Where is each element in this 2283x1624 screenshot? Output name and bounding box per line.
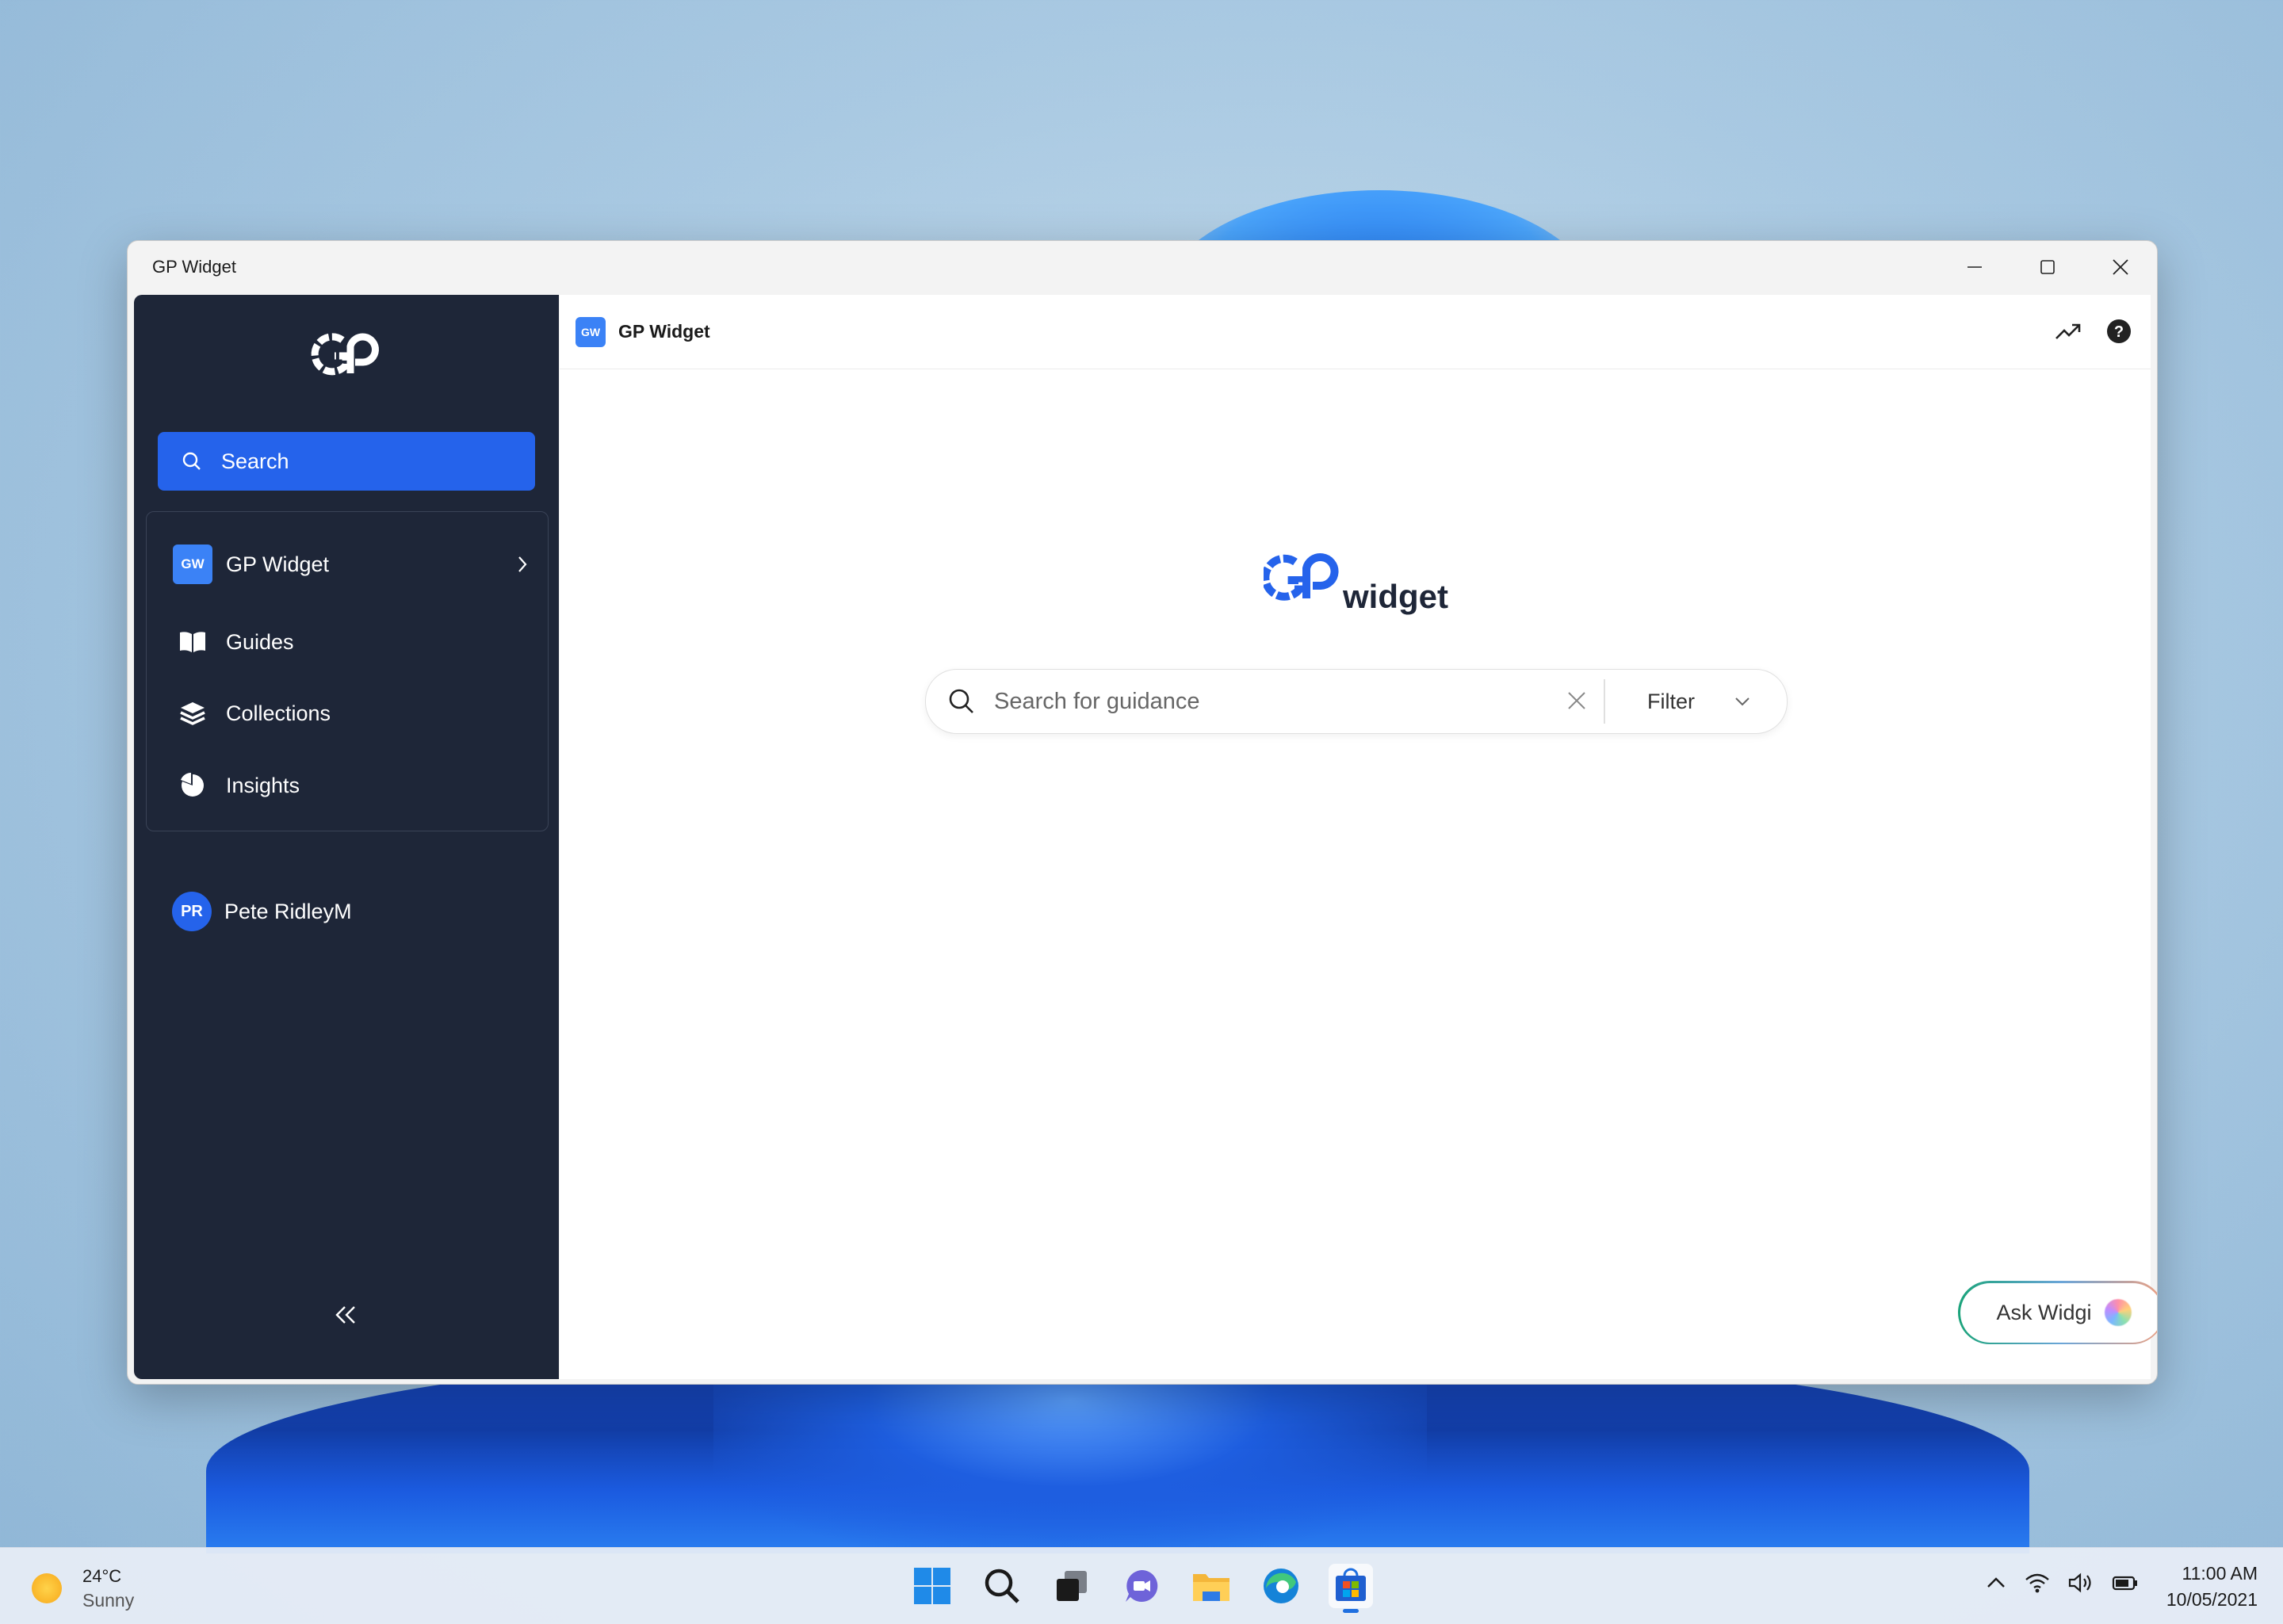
divider	[1604, 679, 1605, 724]
sidebar: Search GW GP Widget Guides Collections I…	[134, 295, 559, 1379]
window-title: GP Widget	[152, 257, 236, 277]
show-hidden-icons-button[interactable]	[1985, 1572, 2007, 1598]
taskbar-apps	[910, 1564, 1373, 1613]
chat-icon	[1126, 1569, 1158, 1602]
ask-widgi-button[interactable]: Ask Widgi	[1958, 1281, 2157, 1344]
trending-button[interactable]	[2054, 317, 2082, 350]
sidebar-item-label: GP Widget	[226, 552, 330, 576]
nav-panel: GW GP Widget Guides Collections Insights	[146, 511, 549, 831]
ai-orb-icon	[2104, 1299, 2132, 1326]
book-icon	[172, 621, 213, 663]
folder-icon	[1193, 1574, 1229, 1601]
edge-icon	[1264, 1569, 1298, 1603]
clear-search-button[interactable]	[1565, 689, 1589, 713]
page-title: GP Widget	[618, 321, 710, 342]
svg-text:?: ?	[2114, 323, 2124, 341]
sidebar-item-label: Guides	[226, 629, 294, 654]
search-button[interactable]: Search	[158, 432, 535, 491]
gp-widget-logo: widget	[1261, 545, 1454, 621]
battery-icon	[2112, 1576, 2137, 1591]
minimize-icon	[1968, 266, 1982, 268]
weather-temp: 24°C	[82, 1566, 122, 1586]
gp-widget-logo-icon: widget	[1261, 553, 1448, 615]
logo-wordmark: widget	[1342, 578, 1448, 615]
minimize-button[interactable]	[1938, 241, 2011, 293]
search-icon	[985, 1569, 1019, 1603]
sidebar-item-insights[interactable]: Insights	[172, 765, 300, 806]
double-chevron-left-icon	[335, 1306, 355, 1324]
maximize-icon	[2040, 260, 2055, 274]
file-explorer-button[interactable]	[1189, 1564, 1233, 1608]
help-icon: ?	[2107, 319, 2131, 343]
gp-logo	[311, 329, 387, 384]
volume-button[interactable]	[2067, 1572, 2094, 1598]
avatar: PR	[172, 892, 212, 931]
edge-browser-button[interactable]	[1259, 1564, 1303, 1608]
weather-widget[interactable]: 24°C Sunny	[32, 1565, 134, 1612]
taskbar: 24°C Sunny 11:00 AM 10/05/2021	[0, 1547, 2283, 1624]
sun-icon	[32, 1573, 62, 1603]
network-button[interactable]	[2025, 1572, 2050, 1598]
app-window: GP Widget Search GW GP Widget Guides Col…	[127, 240, 2158, 1385]
clock-time: 11:00 AM	[2182, 1563, 2258, 1584]
store-icon	[1336, 1568, 1366, 1601]
gp-logo-icon	[311, 333, 379, 376]
pie-chart-icon	[172, 765, 213, 806]
collapse-sidebar-button[interactable]	[331, 1303, 361, 1331]
content-header: GW GP Widget ?	[560, 295, 2151, 369]
maximize-button[interactable]	[2011, 241, 2084, 293]
search-icon	[948, 688, 975, 715]
workspace-badge: GW	[576, 316, 606, 347]
taskbar-clock[interactable]: 11:00 AM 10/05/2021	[2166, 1561, 2258, 1613]
chevron-right-icon	[518, 556, 527, 572]
user-profile[interactable]: PR Pete RidleyM	[172, 892, 352, 931]
sidebar-item-label: Collections	[226, 701, 331, 725]
task-view-icon	[1057, 1571, 1087, 1601]
sidebar-item-collections[interactable]: Collections	[172, 693, 331, 734]
layers-icon	[172, 693, 213, 734]
close-icon	[1568, 692, 1585, 709]
windows-icon	[914, 1568, 950, 1604]
guidance-search-bar: Filter	[925, 669, 1788, 734]
trending-up-icon	[2055, 323, 2081, 339]
chevron-up-icon	[1987, 1577, 2005, 1588]
ask-widgi-label: Ask Widgi	[1996, 1300, 2092, 1324]
battery-button[interactable]	[2112, 1572, 2139, 1598]
weather-condition: Sunny	[82, 1590, 135, 1611]
help-button[interactable]: ?	[2106, 319, 2132, 348]
wallpaper-bloom-highlight	[713, 1363, 1427, 1553]
filter-label: Filter	[1647, 689, 1695, 713]
taskbar-search-button[interactable]	[980, 1564, 1024, 1608]
clock-date: 10/05/2021	[2166, 1589, 2258, 1610]
filter-dropdown[interactable]: Filter	[1647, 670, 1752, 733]
wifi-icon	[2025, 1573, 2049, 1593]
close-button[interactable]	[2084, 241, 2157, 293]
close-icon	[2113, 259, 2128, 275]
chat-button[interactable]	[1119, 1564, 1164, 1608]
window-controls	[1938, 241, 2157, 293]
volume-icon	[2068, 1572, 2091, 1593]
workspace-badge: GW	[173, 545, 212, 584]
header-actions: ?	[2054, 317, 2132, 350]
sidebar-item-gp-widget[interactable]: GW GP Widget	[172, 544, 529, 585]
user-name: Pete RidleyM	[224, 899, 352, 923]
store-button[interactable]	[1329, 1564, 1373, 1613]
search-icon	[182, 451, 202, 472]
system-tray	[1985, 1572, 2139, 1598]
search-input[interactable]	[992, 687, 1519, 716]
start-button[interactable]	[910, 1564, 954, 1608]
sidebar-item-guides[interactable]: Guides	[172, 621, 294, 663]
title-bar[interactable]: GP Widget	[128, 241, 2157, 293]
main-content: GW GP Widget ? widget Search for guidanc…	[560, 295, 2157, 1379]
chevron-down-icon	[1733, 692, 1752, 711]
search-button-label: Search	[221, 449, 289, 473]
sidebar-item-label: Insights	[226, 773, 300, 797]
task-view-button[interactable]	[1050, 1564, 1094, 1608]
